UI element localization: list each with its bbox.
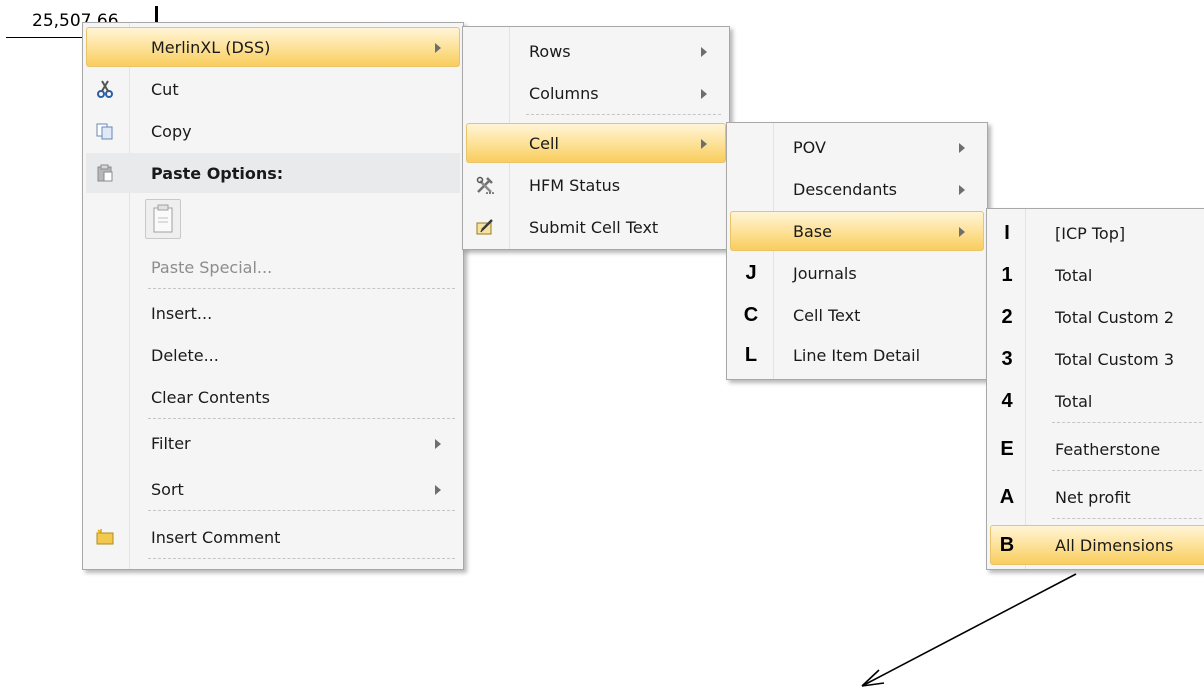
annotation-arrow-icon [861, 573, 1077, 687]
